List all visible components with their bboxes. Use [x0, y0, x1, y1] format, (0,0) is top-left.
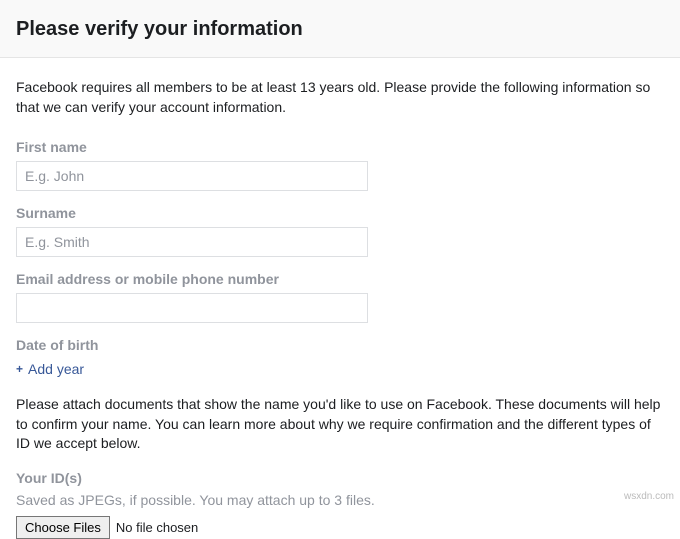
contact-field: Email address or mobile phone number	[16, 271, 664, 323]
page-title: Please verify your information	[16, 18, 664, 41]
surname-label: Surname	[16, 205, 664, 221]
ids-label: Your ID(s)	[16, 470, 664, 486]
file-status-text: No file chosen	[116, 520, 198, 535]
ids-field: Your ID(s) Saved as JPEGs, if possible. …	[16, 470, 664, 539]
surname-input[interactable]	[16, 227, 368, 257]
form-content: Facebook requires all members to be at l…	[0, 58, 680, 539]
first-name-label: First name	[16, 139, 664, 155]
plus-icon: +	[16, 362, 23, 376]
add-year-link[interactable]: + Add year	[16, 361, 84, 377]
intro-text: Facebook requires all members to be at l…	[16, 78, 664, 117]
choose-files-button[interactable]: Choose Files	[16, 516, 110, 539]
page-header: Please verify your information	[0, 0, 680, 58]
contact-input[interactable]	[16, 293, 368, 323]
surname-field: Surname	[16, 205, 664, 257]
attach-instructions: Please attach documents that show the na…	[16, 395, 664, 454]
first-name-field: First name	[16, 139, 664, 191]
watermark: wsxdn.com	[624, 491, 674, 502]
first-name-input[interactable]	[16, 161, 368, 191]
dob-label: Date of birth	[16, 337, 664, 353]
add-year-text: Add year	[28, 361, 84, 377]
contact-label: Email address or mobile phone number	[16, 271, 664, 287]
file-upload-row: Choose Files No file chosen	[16, 516, 664, 539]
dob-field: Date of birth + Add year	[16, 337, 664, 377]
